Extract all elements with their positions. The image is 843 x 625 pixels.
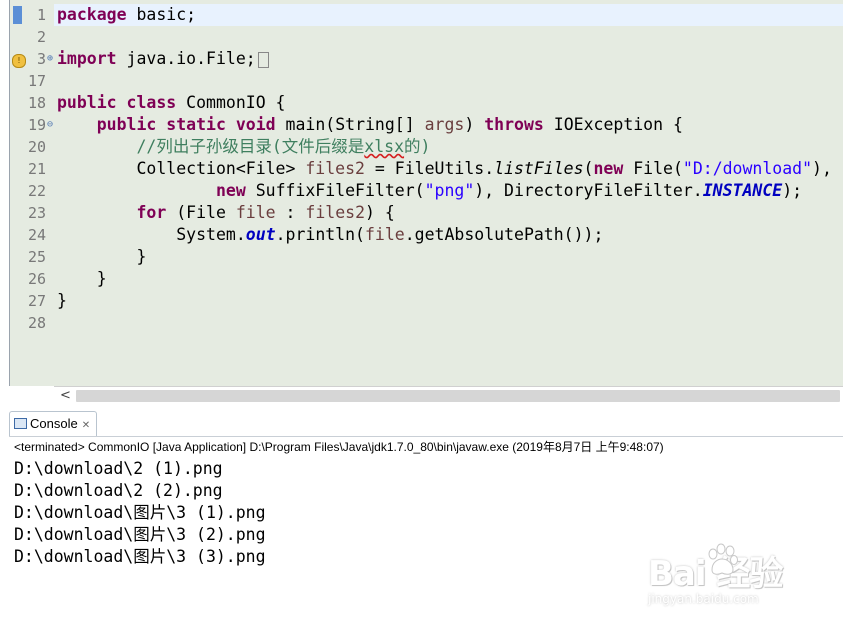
line-number: 3 (36, 50, 46, 68)
code-line-27[interactable]: } (57, 290, 67, 312)
horizontal-scrollbar[interactable]: < (54, 386, 843, 405)
keyword: package (57, 5, 127, 24)
baidu-jingyan-watermark: Bai 经验 jingyan.baidu.com (644, 534, 834, 610)
local-variable: file (364, 225, 405, 244)
line-number: 17 (27, 72, 46, 90)
code-line-1[interactable]: package basic; (57, 4, 196, 26)
scroll-left-arrow-icon[interactable]: < (60, 387, 71, 405)
code-text: File( (623, 159, 683, 178)
code-line-22[interactable]: new SuffixFileFilter("png"), DirectoryFi… (57, 180, 802, 202)
line-number: 27 (27, 292, 46, 310)
keyword: for (136, 203, 167, 222)
console-output-line: D:\download\2 (2).png (14, 481, 223, 500)
line-number: 19 (27, 116, 46, 134)
watermark-logo-text: Bai 经验 (648, 554, 783, 594)
code-text: basic; (126, 5, 197, 24)
keyword: throws (484, 115, 544, 134)
code-text: SuffixFileFilter( (245, 181, 425, 200)
code-text: CommonIO { (176, 93, 286, 112)
code-line-21[interactable]: Collection<File> files2 = FileUtils.list… (57, 158, 832, 180)
code-line-26[interactable]: } (57, 268, 107, 290)
keyword: static (166, 115, 226, 134)
code-editor[interactable]: ! 1 2 3 ⊕ 17 18 19 ⊖ 20 21 22 23 24 25 2… (9, 0, 843, 405)
keyword: class (126, 93, 177, 112)
code-text: } (57, 291, 67, 310)
spelling-error: xlsx (364, 137, 405, 156)
code-text: ) { (365, 203, 395, 222)
line-number: 2 (36, 28, 46, 46)
code-line-20[interactable]: //列出子孙级目录(文件后缀是xlsx的) (57, 136, 430, 158)
code-text: ( (583, 159, 594, 178)
code-text: .println( (275, 225, 365, 244)
tab-console[interactable]: Console ✕ (9, 411, 98, 438)
line-number: 26 (27, 270, 46, 288)
collapse-fold-icon[interactable]: ⊖ (47, 114, 53, 136)
console-status-line: <terminated> CommonIO [Java Application]… (14, 440, 664, 454)
local-variable: files2 (305, 159, 365, 178)
close-icon[interactable]: ✕ (82, 414, 90, 438)
line-number: 24 (27, 226, 46, 244)
code-line-3[interactable]: import java.io.File; (57, 48, 269, 70)
line-number: 23 (27, 204, 46, 222)
static-field: out (245, 225, 276, 244)
code-text: main(String[] (275, 115, 425, 134)
console-output-line: D:\download\图片\3 (1).png (14, 503, 266, 522)
comment: //列出子孙级目录(文件后缀是 (136, 137, 365, 156)
keyword: public (57, 93, 117, 112)
baidu-paw-icon (708, 543, 738, 575)
collapsed-imports-marker[interactable] (257, 51, 269, 68)
keyword: new (215, 181, 246, 200)
keyword: new (593, 159, 624, 178)
code-text: (File (166, 203, 236, 222)
console-output-line: D:\download\图片\3 (2).png (14, 525, 266, 544)
code-line-25[interactable]: } (57, 246, 146, 268)
parameter: args (424, 115, 465, 134)
keyword: void (235, 115, 276, 134)
code-text: } (136, 247, 147, 266)
code-line-19[interactable]: public static void main(String[] args) t… (57, 114, 683, 136)
console-output-line: D:\download\图片\3 (3).png (14, 547, 266, 566)
code-line-18[interactable]: public class CommonIO { (57, 92, 286, 114)
current-line-marker (13, 6, 22, 24)
keyword: public (96, 115, 157, 134)
code-text: } (96, 269, 107, 288)
keyword: import (57, 49, 117, 68)
tab-label: Console (30, 416, 78, 431)
line-number: 1 (36, 6, 46, 24)
static-method: listFiles (494, 159, 584, 178)
code-text: ), DirectoryFileFilter. (474, 181, 703, 200)
local-variable: file (235, 203, 276, 222)
string-literal: "D:/download" (682, 159, 813, 178)
code-text: ), (812, 159, 832, 178)
code-line-23[interactable]: for (File file : files2) { (57, 202, 395, 224)
scrollbar-thumb[interactable] (76, 390, 840, 402)
watermark-url: jingyan.baidu.com (648, 592, 759, 606)
line-number: 28 (27, 314, 46, 332)
code-text: java.io.File; (116, 49, 256, 68)
code-text: = FileUtils. (364, 159, 495, 178)
code-text: System. (176, 225, 246, 244)
line-number: 20 (27, 138, 46, 156)
static-field: INSTANCE (702, 181, 783, 200)
code-text: Collection<File> (136, 159, 306, 178)
line-number: 21 (27, 160, 46, 178)
expand-fold-icon[interactable]: ⊕ (47, 48, 53, 70)
code-text: .getAbsolutePath()); (404, 225, 604, 244)
local-variable: files2 (305, 203, 366, 222)
console-output-line: D:\download\2 (1).png (14, 459, 223, 478)
code-line-24[interactable]: System.out.println(file.getAbsolutePath(… (57, 224, 603, 246)
line-number: 18 (27, 94, 46, 112)
string-literal: "png" (424, 181, 475, 200)
code-text: ); (782, 181, 803, 200)
code-text: : (275, 203, 306, 222)
code-text: IOException { (543, 115, 683, 134)
console-tab-bar: Console ✕ (9, 411, 843, 437)
line-number: 25 (27, 248, 46, 266)
line-number-gutter: ! 1 2 3 ⊕ 17 18 19 ⊖ 20 21 22 23 24 25 2… (10, 0, 54, 386)
line-number: 22 (27, 182, 46, 200)
console-icon (14, 418, 27, 430)
comment: 的) (404, 137, 431, 156)
